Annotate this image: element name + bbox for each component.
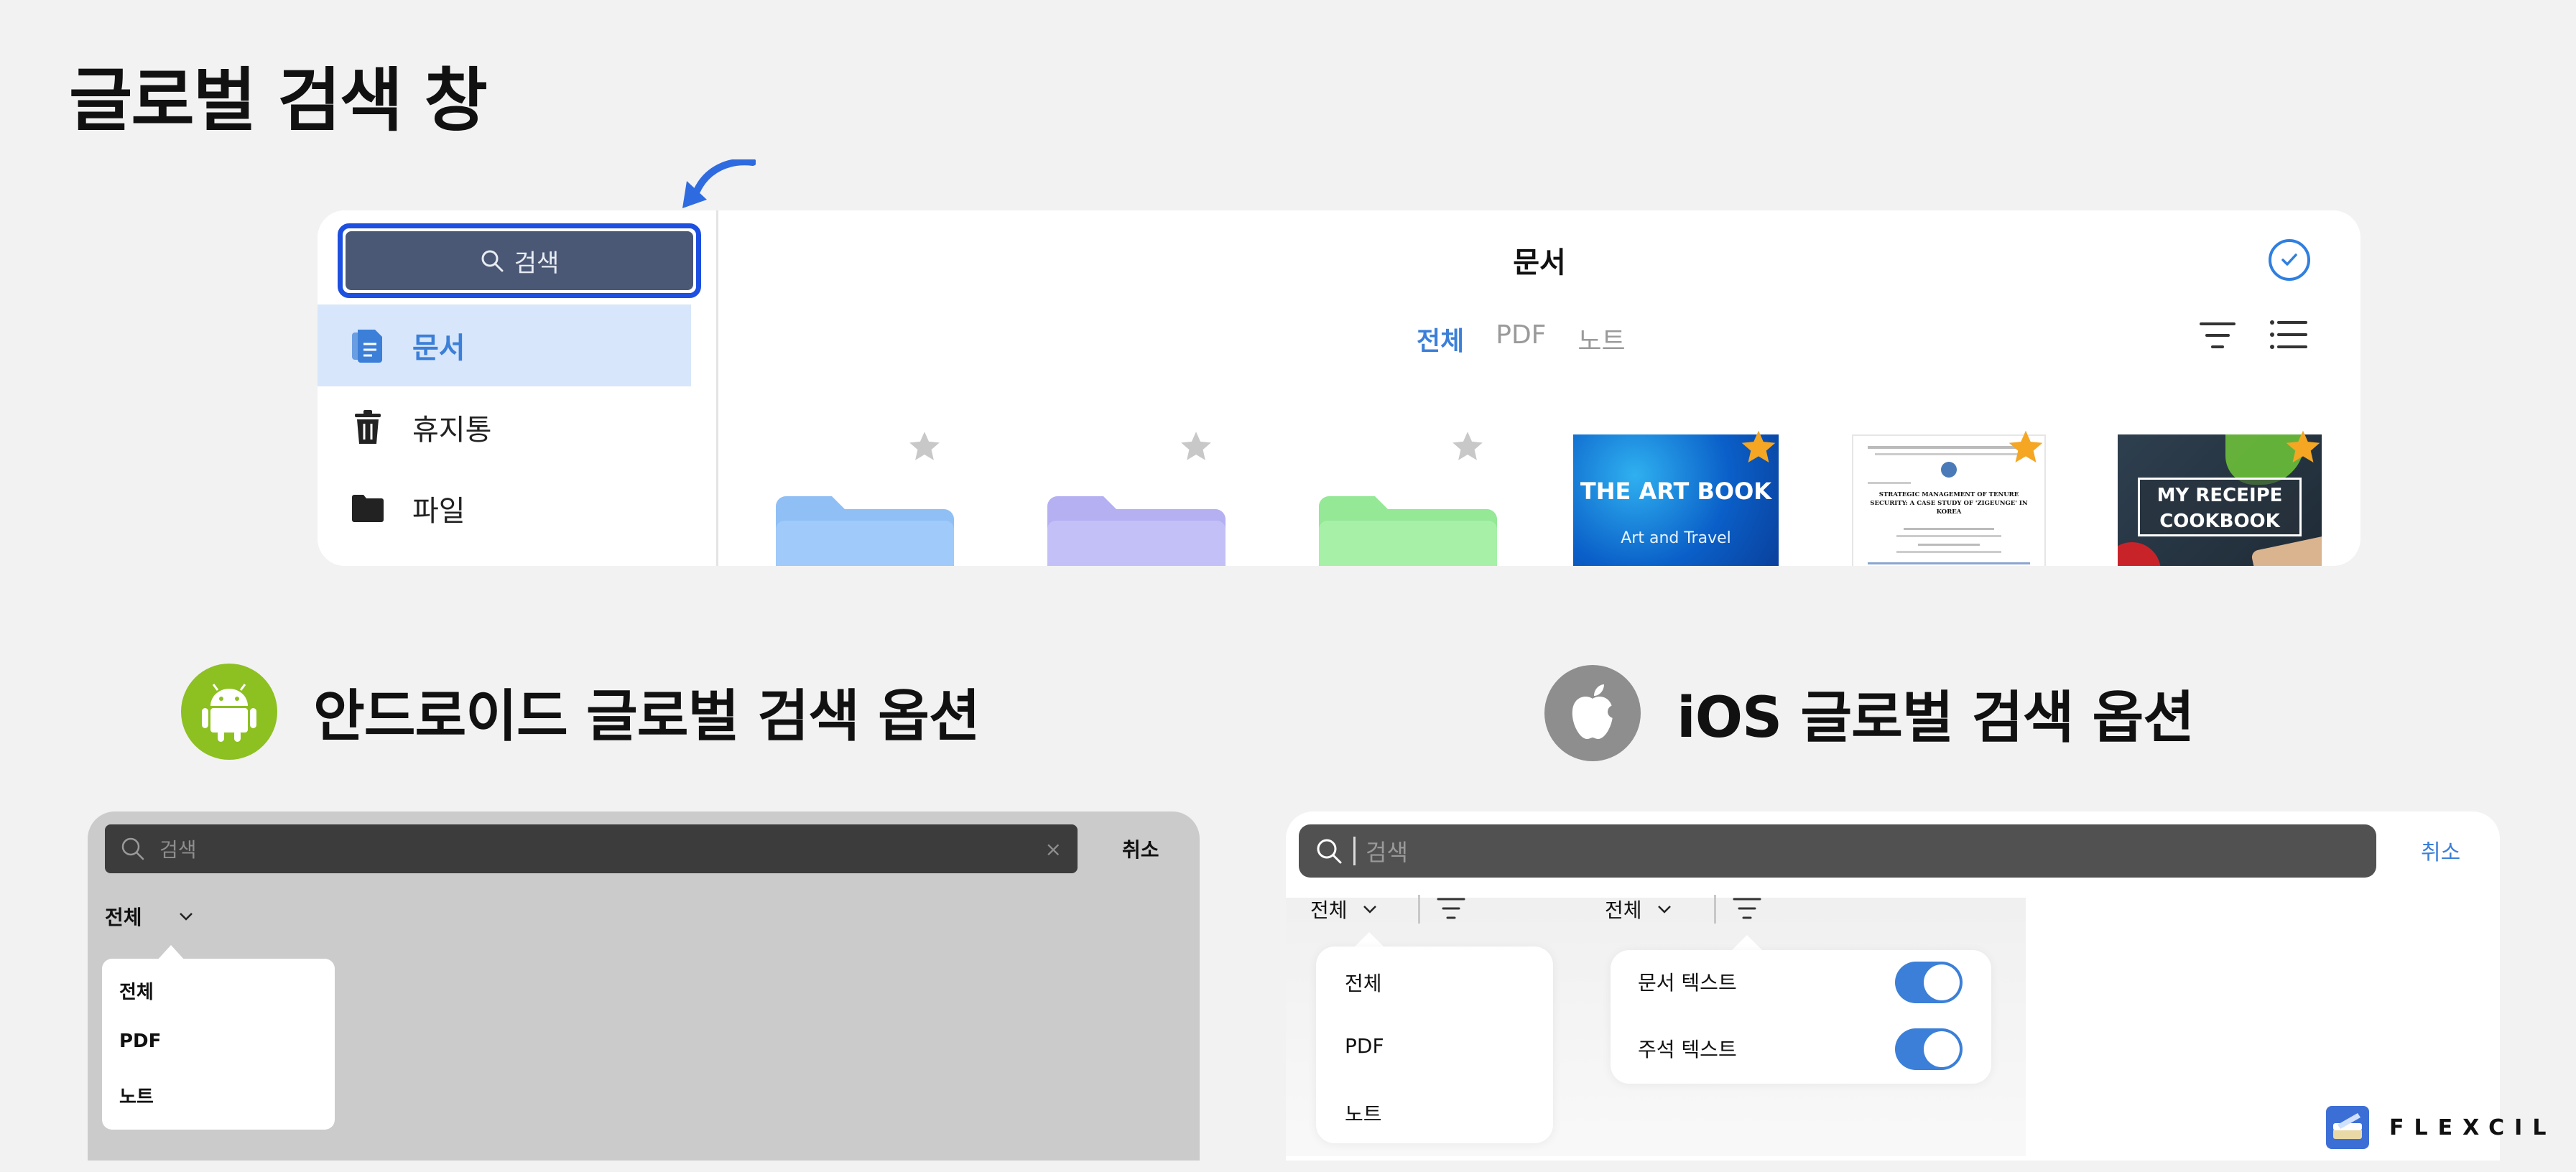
search-highlight: 검색 (338, 223, 701, 298)
android-search-panel: 검색 × 취소 전체 전체 PDF 노트 (88, 811, 1200, 1161)
chevron-down-icon (1657, 906, 1671, 913)
apple-logo-icon (1544, 665, 1641, 761)
document-text-toggle[interactable] (1895, 962, 1963, 1003)
cancel-button[interactable]: 취소 (1122, 834, 1159, 863)
search-button[interactable]: 검색 (346, 231, 693, 290)
search-options-menu: 문서 텍스트 주석 텍스트 (1611, 950, 1991, 1084)
type-filter-menu: 전체 PDF 노트 (1316, 947, 1553, 1143)
divider (1714, 895, 1716, 924)
filter-icon[interactable] (1437, 896, 1465, 921)
tab-bar: 전체 PDF 노트 (1417, 320, 1626, 358)
annotation-text-toggle[interactable] (1895, 1028, 1963, 1070)
star-icon[interactable] (1450, 429, 1486, 465)
sidebar-item-files[interactable]: 파일 (318, 468, 691, 549)
filter-icon[interactable] (1733, 896, 1761, 921)
search-placeholder: 검색 (1366, 839, 1408, 866)
ios-search-panel: 검색 취소 전체 전체 전체 PDF 노트 문서 텍스트 주석 텍스트 (1286, 811, 2500, 1161)
chevron-down-icon (179, 913, 193, 921)
star-icon[interactable] (907, 429, 942, 465)
option-document-text: 문서 텍스트 (1638, 971, 1737, 995)
folder-icon (349, 490, 386, 527)
sidebar-item-label: 파일 (412, 495, 465, 528)
star-icon[interactable] (2283, 427, 2323, 468)
android-heading-text: 안드로이드 글로벌 검색 옵션 (313, 684, 981, 749)
menu-item-note[interactable]: 노트 (119, 1082, 154, 1109)
type-filter-menu: 전체 PDF 노트 (102, 959, 335, 1130)
ios-heading-text: iOS 글로벌 검색 옵션 (1677, 686, 2195, 750)
android-logo-icon (181, 664, 277, 760)
filter-value: 전체 (1605, 898, 1642, 922)
sidebar-item-trash[interactable]: 휴지통 (318, 386, 691, 468)
search-icon (1317, 839, 1342, 864)
divider (1418, 895, 1420, 924)
menu-item-note[interactable]: 노트 (1345, 1099, 1382, 1127)
android-heading: 안드로이드 글로벌 검색 옵션 (181, 664, 981, 760)
cover-title: MY RECEIPE COOKBOOK (2138, 478, 2302, 536)
ios-heading: iOS 글로벌 검색 옵션 (1544, 665, 2195, 761)
select-button[interactable] (2269, 239, 2310, 281)
search-placeholder: 검색 (159, 838, 197, 862)
menu-item-pdf[interactable]: PDF (1345, 1034, 1384, 1058)
list-view-icon[interactable] (2269, 318, 2307, 351)
sidebar-item-documents[interactable]: 문서 (318, 304, 691, 386)
type-filter-dropdown[interactable]: 전체 (1310, 895, 1378, 924)
tab-note[interactable]: 노트 (1577, 320, 1625, 358)
trash-icon (349, 409, 386, 446)
flexcil-logo-icon (2326, 1106, 2369, 1149)
pointer-arrow-icon (682, 159, 756, 208)
filter-icon[interactable] (2200, 320, 2236, 351)
page-title: 글로벌 검색 창 (69, 60, 488, 141)
filter-value: 전체 (105, 906, 142, 929)
star-icon[interactable] (2006, 427, 2046, 468)
search-input[interactable]: 검색 (1299, 824, 2376, 878)
brand: FLEXCIL (2326, 1106, 2556, 1149)
star-icon[interactable] (1178, 429, 1214, 465)
chevron-down-icon (1363, 906, 1376, 913)
brand-name: FLEXCIL (2389, 1115, 2557, 1140)
search-button-label: 검색 (514, 248, 560, 278)
main-title: 문서 (1513, 246, 1566, 279)
cover-title: THE ART BOOK (1580, 478, 1772, 505)
search-input[interactable]: 검색 × (105, 824, 1078, 873)
paper-title: STRATEGIC MANAGEMENT OF TENURE SECURITY:… (1870, 491, 2028, 516)
sidebar-item-label: 문서 (412, 332, 465, 365)
document-icon (349, 327, 386, 364)
tab-all[interactable]: 전체 (1417, 320, 1464, 358)
menu-item-pdf[interactable]: PDF (119, 1031, 161, 1052)
menu-item-all[interactable]: 전체 (119, 977, 154, 1004)
menu-item-all[interactable]: 전체 (1345, 968, 1382, 997)
checkmark-icon (2281, 254, 2297, 266)
option-annotation-text: 주석 텍스트 (1638, 1038, 1737, 1061)
type-filter-dropdown[interactable]: 전체 (1605, 895, 1672, 924)
tab-pdf[interactable]: PDF (1496, 320, 1546, 358)
cover-subtitle: Art and Travel (1621, 529, 1731, 547)
clear-icon[interactable]: × (1045, 837, 1062, 861)
cancel-button[interactable]: 취소 (2421, 834, 2460, 866)
type-filter-dropdown[interactable]: 전체 (105, 902, 194, 931)
menu-caret (1731, 935, 1763, 951)
star-icon[interactable] (1738, 427, 1779, 468)
app-window: 검색 문서 휴지통 파일 문서 전체 PDF 노트 THE ART BOOK A… (318, 210, 2360, 566)
filter-value: 전체 (1310, 898, 1348, 922)
menu-caret (1353, 932, 1385, 948)
search-icon (121, 837, 144, 860)
search-icon (481, 250, 504, 272)
text-cursor (1353, 837, 1356, 865)
sidebar-item-label: 휴지통 (412, 414, 492, 447)
sidebar: 검색 문서 휴지통 파일 (318, 210, 718, 566)
